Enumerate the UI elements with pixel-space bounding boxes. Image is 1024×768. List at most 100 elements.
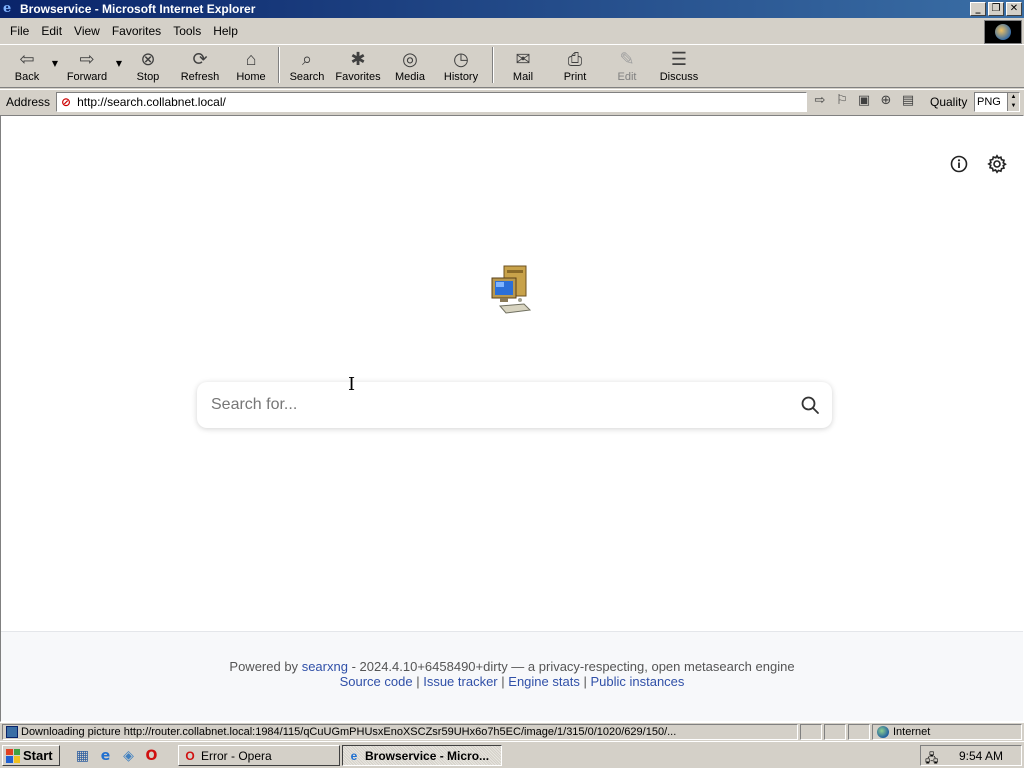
print-button[interactable]: ⎙ Print bbox=[548, 45, 602, 87]
download-page-icon bbox=[6, 726, 18, 738]
media-button[interactable]: ◎ Media bbox=[386, 45, 434, 87]
source-code-link[interactable]: Source code bbox=[340, 674, 413, 689]
edit-button[interactable]: ✎ Edit bbox=[602, 45, 652, 87]
windows-flag-icon bbox=[6, 748, 20, 763]
page-icon: ⊘ bbox=[61, 95, 72, 109]
clipboard-icon[interactable]: ▤ bbox=[900, 93, 916, 109]
page-viewport: I Powered by searxng - 2024.4.10+6458490… bbox=[0, 115, 1024, 722]
opera-icon: O bbox=[185, 748, 195, 763]
forward-label: Forward bbox=[66, 71, 108, 83]
footer-separator: | bbox=[501, 674, 505, 689]
issue-tracker-link[interactable]: Issue tracker bbox=[423, 674, 497, 689]
forward-button[interactable]: ⇨ Forward bbox=[60, 45, 114, 87]
network-tray-icon[interactable]: 🖧 bbox=[925, 749, 941, 765]
search-label: Search bbox=[289, 71, 325, 83]
mail-button[interactable]: ✉ Mail bbox=[498, 45, 548, 87]
view-icon[interactable]: ▣ bbox=[856, 93, 872, 109]
address-tools: ⇨ ⚐ ▣ ⊕ ▤ bbox=[812, 93, 916, 109]
favorites-button[interactable]: ✱ Favorites bbox=[330, 45, 386, 87]
start-label: Start bbox=[23, 748, 53, 763]
history-button[interactable]: ◷ History bbox=[434, 45, 488, 87]
searxng-link[interactable]: searxng bbox=[302, 659, 348, 674]
footer-separator: | bbox=[583, 674, 587, 689]
quality-select[interactable]: PNG ▲ ▼ bbox=[974, 92, 1020, 112]
menu-help[interactable]: Help bbox=[207, 24, 244, 38]
quality-label: Quality bbox=[930, 95, 968, 109]
back-label: Back bbox=[14, 71, 40, 83]
task-browservice[interactable]: e Browservice - Micro... bbox=[342, 745, 502, 766]
edit-icon: ✎ bbox=[619, 48, 635, 69]
discuss-button[interactable]: ☰ Discuss bbox=[652, 45, 706, 87]
status-bar: Downloading picture http://router.collab… bbox=[0, 722, 1024, 740]
status-text: Downloading picture http://router.collab… bbox=[21, 726, 677, 738]
stop-icon: ⊗ bbox=[140, 48, 156, 69]
menu-tools[interactable]: Tools bbox=[167, 24, 207, 38]
menu-favorites[interactable]: Favorites bbox=[106, 24, 167, 38]
stop-button[interactable]: ⊗ Stop bbox=[124, 45, 172, 87]
search-magnifier-icon: ⌕ bbox=[301, 48, 313, 69]
text-cursor-icon: I bbox=[348, 374, 356, 395]
window-controls: _ ❐ ✕ bbox=[970, 2, 1022, 16]
system-tray: 🖧 9:54 AM bbox=[920, 745, 1022, 766]
home-button[interactable]: ⌂ Home bbox=[228, 45, 274, 87]
explorer-quicklaunch-icon[interactable]: ◈ bbox=[120, 747, 137, 764]
minimize-button[interactable]: _ bbox=[970, 2, 986, 16]
footer-line-1: Powered by searxng - 2024.4.10+6458490+d… bbox=[1, 659, 1023, 674]
settings-gear-icon[interactable] bbox=[987, 154, 1007, 174]
search-input[interactable] bbox=[211, 396, 771, 414]
footer-separator: | bbox=[416, 674, 420, 689]
status-cell bbox=[848, 724, 870, 740]
bookmark-icon[interactable]: ⚐ bbox=[834, 93, 850, 109]
status-text-panel: Downloading picture http://router.collab… bbox=[2, 724, 798, 740]
media-icon: ◎ bbox=[402, 48, 418, 69]
menu-file[interactable]: File bbox=[4, 24, 35, 38]
opera-quicklaunch-icon[interactable]: O bbox=[143, 747, 160, 764]
refresh-button[interactable]: ⟳ Refresh bbox=[172, 45, 228, 87]
globe-icon bbox=[995, 24, 1011, 40]
address-label: Address bbox=[6, 94, 51, 109]
info-icon[interactable] bbox=[949, 154, 969, 174]
task-label: Browservice - Micro... bbox=[365, 748, 490, 763]
title-bar[interactable]: e Browservice - Microsoft Internet Explo… bbox=[0, 0, 1024, 18]
maximize-button[interactable]: ❐ bbox=[988, 2, 1004, 16]
search-submit-icon[interactable] bbox=[800, 395, 820, 415]
go-arrow-icon[interactable]: ⇨ bbox=[812, 93, 828, 109]
quick-launch: ▦ e ◈ O bbox=[74, 747, 160, 764]
toolbar-separator bbox=[278, 47, 280, 83]
stop-label: Stop bbox=[136, 71, 160, 83]
status-cell bbox=[824, 724, 846, 740]
mail-label: Mail bbox=[512, 71, 534, 83]
find-binoculars-icon[interactable]: ⊕ bbox=[878, 93, 894, 109]
back-button[interactable]: ⇦ Back bbox=[4, 45, 50, 87]
quality-value: PNG bbox=[977, 96, 1001, 108]
task-label: Error - Opera bbox=[201, 748, 272, 763]
back-arrow-icon: ⇦ bbox=[19, 48, 35, 69]
quality-spinner[interactable]: ▲ ▼ bbox=[1007, 93, 1019, 111]
footer-line-2: Source code | Issue tracker | Engine sta… bbox=[1, 674, 1023, 689]
address-url[interactable]: http://search.collabnet.local/ bbox=[77, 95, 226, 109]
history-icon: ◷ bbox=[453, 48, 469, 69]
close-button[interactable]: ✕ bbox=[1006, 2, 1022, 16]
start-button[interactable]: Start bbox=[2, 745, 60, 766]
windows-logo-throbber bbox=[984, 20, 1022, 44]
ie-logo-icon: e bbox=[3, 1, 12, 16]
forward-dropdown-icon[interactable]: ▼ bbox=[114, 59, 124, 68]
security-zone: Internet bbox=[872, 724, 1022, 740]
task-opera-error[interactable]: O Error - Opera bbox=[178, 745, 340, 766]
clock[interactable]: 9:54 AM bbox=[959, 749, 1003, 763]
menu-view[interactable]: View bbox=[68, 24, 106, 38]
back-dropdown-icon[interactable]: ▼ bbox=[50, 59, 60, 68]
engine-stats-link[interactable]: Engine stats bbox=[508, 674, 580, 689]
history-label: History bbox=[443, 71, 479, 83]
refresh-icon: ⟳ bbox=[192, 48, 208, 69]
menu-edit[interactable]: Edit bbox=[35, 24, 68, 38]
search-button[interactable]: ⌕ Search bbox=[284, 45, 330, 87]
internet-globe-icon bbox=[877, 726, 889, 738]
window-title: Browservice - Microsoft Internet Explore… bbox=[20, 2, 256, 16]
address-input[interactable]: ⊘ http://search.collabnet.local/ bbox=[56, 92, 807, 112]
public-instances-link[interactable]: Public instances bbox=[590, 674, 684, 689]
favorites-label: Favorites bbox=[335, 71, 381, 83]
show-desktop-icon[interactable]: ▦ bbox=[74, 747, 91, 764]
address-bar: Address ⊘ http://search.collabnet.local/… bbox=[0, 89, 1024, 113]
ie-quicklaunch-icon[interactable]: e bbox=[97, 747, 114, 764]
